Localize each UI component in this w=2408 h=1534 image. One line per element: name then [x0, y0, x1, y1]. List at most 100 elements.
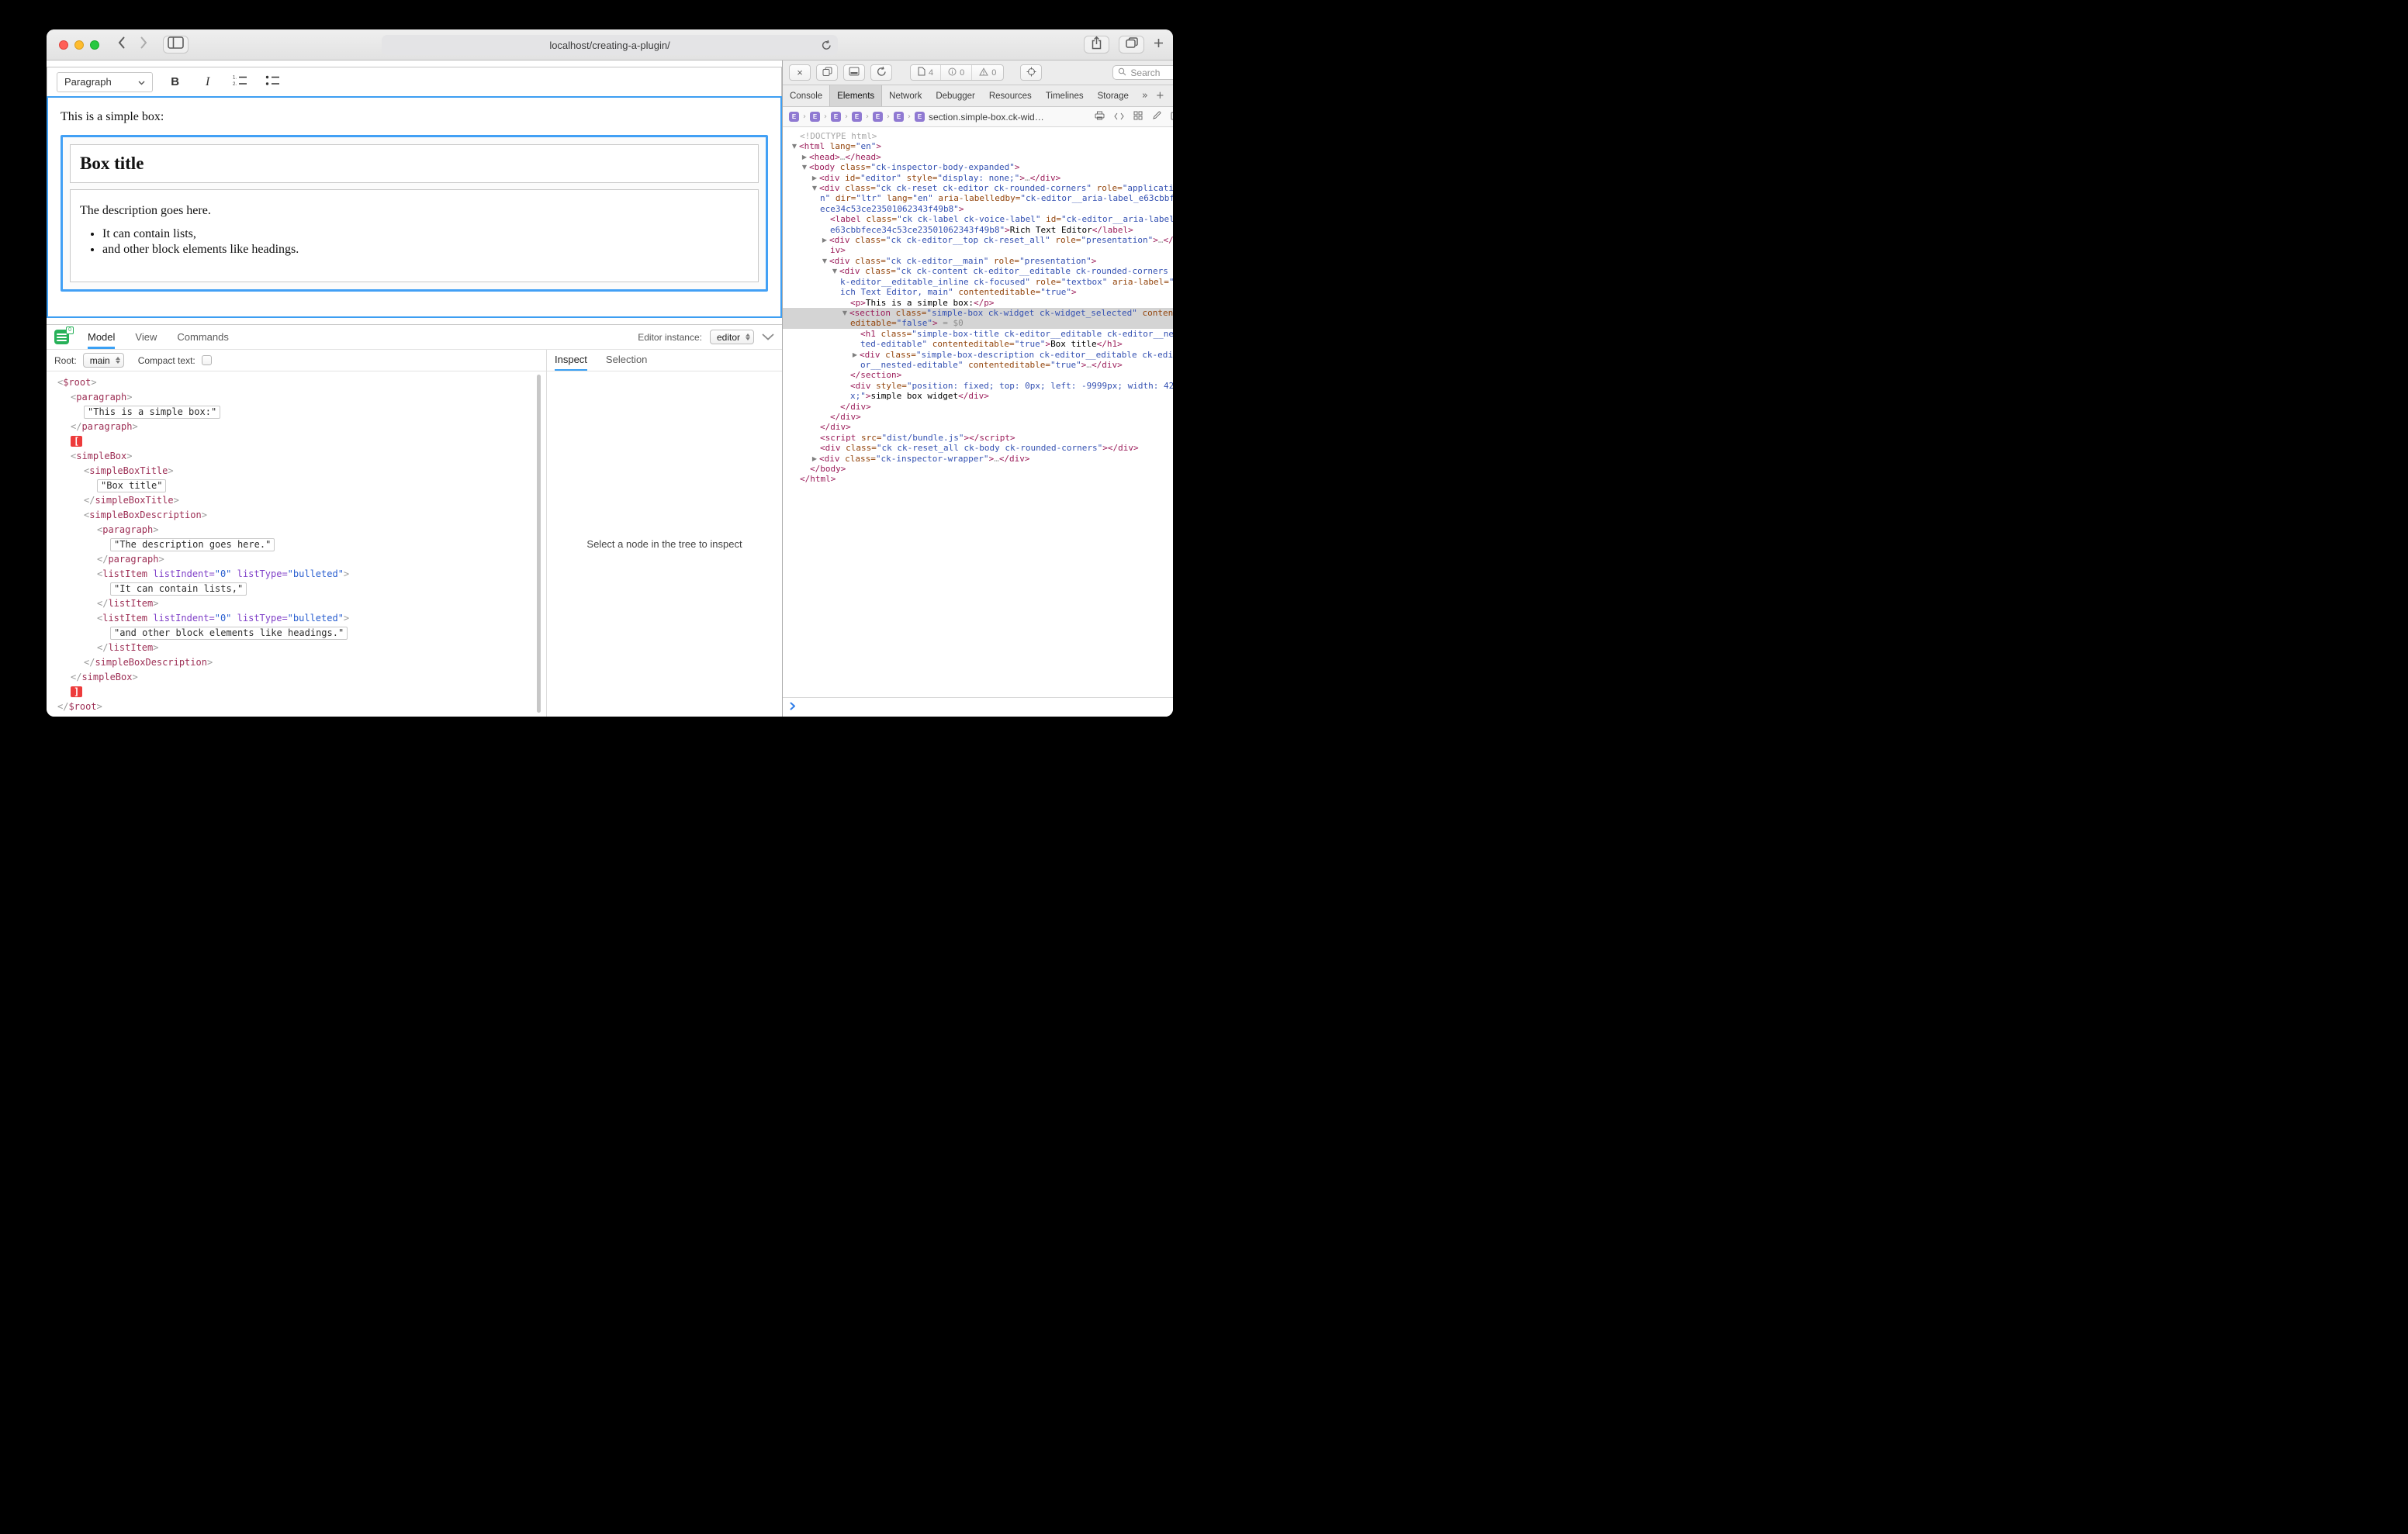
breadcrumb-element-icon[interactable]: E — [873, 112, 883, 122]
model-tree-line[interactable]: <$root> — [47, 375, 546, 390]
close-window-button[interactable] — [59, 40, 68, 50]
dom-tree-line[interactable]: <script src="dist/bundle.js"></script> — [783, 433, 1173, 443]
simple-box-widget[interactable]: Box title The description goes here. It … — [61, 135, 768, 292]
dom-tree-line[interactable]: ▼<div class="ck ck-reset ck-editor ck-ro… — [783, 183, 1173, 214]
model-tree-line[interactable]: </paragraph> — [47, 552, 546, 567]
model-tree-line[interactable]: ] — [47, 685, 546, 700]
tab-overflow-icon[interactable]: » — [1142, 90, 1148, 102]
code-brackets-icon[interactable] — [1114, 112, 1124, 123]
model-tree-line[interactable]: </listItem> — [47, 641, 546, 655]
print-icon[interactable] — [1095, 111, 1105, 123]
dom-tree-line[interactable]: </div> — [783, 422, 1173, 432]
model-tree-line[interactable]: [ — [47, 434, 546, 449]
dom-tree-line[interactable]: ▼<section class="simple-box ck-widget ck… — [783, 308, 1173, 329]
breadcrumb-element-icon[interactable]: E — [789, 112, 799, 122]
address-bar[interactable]: localhost/creating-a-plugin/ — [382, 35, 838, 55]
model-tree-line[interactable]: <simpleBoxDescription> — [47, 508, 546, 523]
tab-inspect[interactable]: Inspect — [555, 350, 587, 371]
dom-tree-line[interactable]: ▶<head>…</head> — [783, 152, 1173, 162]
share-button[interactable] — [1084, 36, 1109, 54]
compact-text-checkbox[interactable] — [202, 355, 212, 365]
collapse-inspector-icon[interactable] — [762, 332, 774, 343]
dom-tree-line[interactable]: </div> — [783, 412, 1173, 422]
expand-arrow-icon[interactable]: ▶ — [850, 350, 860, 360]
dom-tree-line[interactable]: ▼<div class="ck ck-content ck-editor__ed… — [783, 266, 1173, 297]
dom-tree-line[interactable]: ▼<body class="ck-inspector-body-expanded… — [783, 162, 1173, 172]
model-tree-line[interactable]: </simpleBox> — [47, 670, 546, 685]
dom-tree-line[interactable]: ▼<html lang="en"> — [783, 141, 1173, 151]
breadcrumb-element-icon[interactable]: E — [831, 112, 841, 122]
description-paragraph[interactable]: The description goes here. — [80, 204, 749, 218]
dom-tree-line[interactable]: <!DOCTYPE html> — [783, 131, 1173, 141]
model-tree-line[interactable]: "It can contain lists," — [47, 582, 546, 596]
tab-commands[interactable]: Commands — [177, 325, 228, 349]
editor-instance-select[interactable]: editor — [710, 330, 754, 344]
breadcrumb-current[interactable]: E section.simple-box.ck-wid… — [915, 112, 1044, 123]
dom-tree-line[interactable]: </section> — [783, 370, 1173, 380]
tree-scrollbar[interactable] — [537, 375, 541, 713]
expand-arrow-icon[interactable]: ▶ — [810, 454, 819, 464]
dom-tree-line[interactable]: ▶<div class="ck-inspector-wrapper">…</di… — [783, 454, 1173, 464]
quick-console[interactable] — [783, 697, 1173, 717]
bulleted-list-button[interactable] — [263, 72, 283, 92]
model-tree-line[interactable]: <paragraph> — [47, 390, 546, 405]
minimize-window-button[interactable] — [74, 40, 84, 50]
zoom-window-button[interactable] — [90, 40, 99, 50]
model-tree-line[interactable]: </paragraph> — [47, 420, 546, 434]
gear-icon[interactable]: ⚙ — [1172, 90, 1173, 102]
reload-page-button[interactable] — [870, 64, 892, 81]
close-devtools-button[interactable]: × — [789, 64, 811, 81]
dom-tree-line[interactable]: <div style="position: fixed; top: 0px; l… — [783, 381, 1173, 402]
devtools-search-input[interactable]: Search — [1112, 65, 1173, 80]
model-tree-line[interactable]: <simpleBoxTitle> — [47, 464, 546, 479]
new-tab-button[interactable] — [1154, 38, 1164, 52]
expand-arrow-icon[interactable]: ▶ — [800, 152, 809, 162]
tab-view[interactable]: View — [135, 325, 157, 349]
expand-arrow-icon[interactable]: ▶ — [810, 173, 819, 183]
dom-tree-line[interactable]: <h1 class="simple-box-title ck-editor__e… — [783, 329, 1173, 350]
collapse-arrow-icon[interactable]: ▼ — [790, 141, 799, 151]
dom-tree-line[interactable]: </div> — [783, 402, 1173, 412]
back-icon[interactable] — [118, 36, 125, 53]
dom-tree-line[interactable]: <div class="ck ck-reset_all ck-body ck-r… — [783, 443, 1173, 453]
expand-arrow-icon[interactable]: ▶ — [820, 235, 829, 245]
collapse-arrow-icon[interactable]: ▼ — [820, 256, 829, 266]
breadcrumb-element-icon[interactable]: E — [852, 112, 862, 122]
model-tree-line[interactable]: </simpleBoxDescription> — [47, 655, 546, 670]
dom-tree-line[interactable]: ▶<div class="ck ck-editor__top ck-reset_… — [783, 235, 1173, 256]
italic-button[interactable]: I — [198, 72, 218, 92]
model-tree-line[interactable]: </simpleBoxTitle> — [47, 493, 546, 508]
model-tree-line[interactable]: <listItem listIndent="0" listType="bulle… — [47, 567, 546, 582]
tab-model[interactable]: Model — [88, 325, 115, 349]
tab-selection[interactable]: Selection — [606, 350, 647, 371]
reload-icon[interactable] — [822, 40, 832, 53]
dom-tree-line[interactable]: <label class="ck ck-label ck-voice-label… — [783, 214, 1173, 235]
pencil-icon[interactable] — [1152, 111, 1161, 123]
model-tree-line[interactable]: </listItem> — [47, 596, 546, 611]
add-tab-icon[interactable]: + — [1156, 90, 1164, 102]
tab-network[interactable]: Network — [882, 85, 929, 106]
root-select[interactable]: main — [83, 353, 124, 368]
tab-timelines[interactable]: Timelines — [1039, 85, 1091, 106]
tab-debugger[interactable]: Debugger — [929, 85, 982, 106]
dom-tree-line[interactable]: ▶<div class="simple-box-description ck-e… — [783, 350, 1173, 371]
dock-bottom-button[interactable] — [843, 64, 865, 81]
model-tree-line[interactable]: <simpleBox> — [47, 449, 546, 464]
undock-button[interactable] — [816, 64, 838, 81]
numbered-list-button[interactable]: 1.2. — [230, 72, 251, 92]
bold-button[interactable]: B — [165, 72, 185, 92]
warning-count-badge[interactable]: 0 — [971, 65, 1003, 80]
collapse-arrow-icon[interactable]: ▼ — [830, 266, 839, 276]
sidebar-toggle-button[interactable] — [163, 36, 189, 54]
model-tree-line[interactable]: "and other block elements like headings.… — [47, 626, 546, 641]
collapse-arrow-icon[interactable]: ▼ — [840, 308, 849, 318]
element-picker-button[interactable] — [1020, 64, 1042, 81]
grid-icon[interactable] — [1133, 111, 1143, 123]
heading-dropdown[interactable]: Paragraph — [57, 72, 153, 92]
collapse-arrow-icon[interactable]: ▼ — [800, 162, 809, 172]
dom-tree-line[interactable]: </body> — [783, 464, 1173, 474]
ckeditor-editable[interactable]: This is a simple box: Box title The desc… — [47, 96, 782, 318]
model-tree-line[interactable]: <paragraph> — [47, 523, 546, 537]
dom-tree-line[interactable]: <p>This is a simple box:</p> — [783, 298, 1173, 308]
resource-count-badge[interactable]: 4 — [911, 65, 940, 80]
